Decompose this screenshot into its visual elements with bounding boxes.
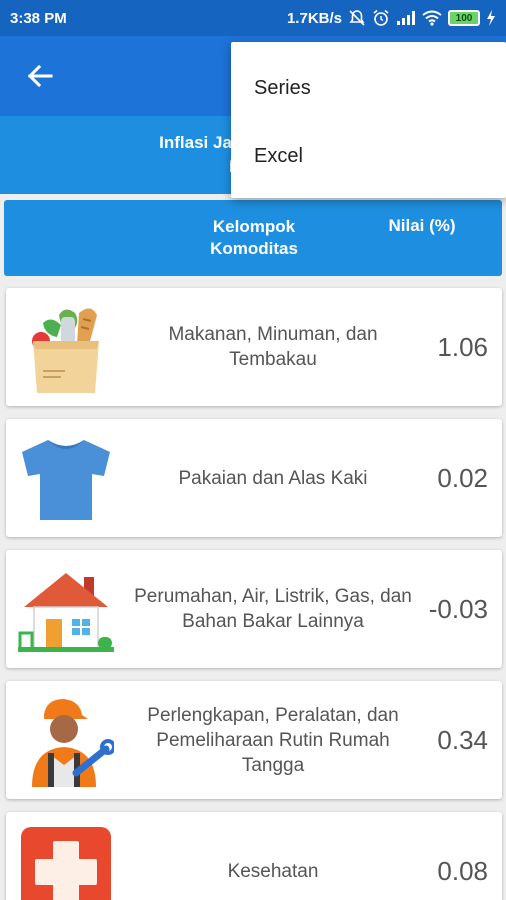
commodity-name: Kesehatan xyxy=(227,860,319,882)
commodity-name: Pakaian dan Alas Kaki xyxy=(178,467,368,489)
tshirt-icon xyxy=(16,429,116,529)
commodity-value: -0.03 xyxy=(428,593,488,624)
status-bar: 3:38 PM 1.7KB/s 100 xyxy=(0,0,506,36)
groceries-icon xyxy=(16,298,116,398)
column-header-value: Nilai (%) xyxy=(388,216,456,235)
column-header-commodity: Kelompok Komoditas xyxy=(210,217,298,258)
menu-item-excel[interactable]: Excel xyxy=(231,122,506,190)
table-header: Kelompok Komoditas Nilai (%) xyxy=(4,200,502,276)
back-button[interactable] xyxy=(20,60,60,92)
commodity-value: 0.34 xyxy=(437,724,488,755)
commodity-name: Perumahan, Air, Listrik, Gas, dan Bahan … xyxy=(134,586,412,632)
commodity-value: 1.06 xyxy=(437,331,488,362)
list-item[interactable]: Makanan, Minuman, dan Tembakau 1.06 xyxy=(6,288,502,406)
mute-icon xyxy=(348,9,366,27)
list-item[interactable]: Kesehatan 0.08 xyxy=(6,812,502,900)
list-item[interactable]: Perumahan, Air, Listrik, Gas, dan Bahan … xyxy=(6,550,502,668)
charging-icon xyxy=(486,10,496,26)
commodity-name: Makanan, Minuman, dan Tembakau xyxy=(168,324,378,370)
battery-icon: 100 xyxy=(448,10,480,26)
commodity-name: Perlengkapan, Peralatan, dan Pemeliharaa… xyxy=(147,704,399,776)
menu-item-series[interactable]: Series xyxy=(231,54,506,122)
house-icon xyxy=(16,560,116,660)
wifi-icon xyxy=(422,10,442,26)
status-time: 3:38 PM xyxy=(10,9,67,27)
commodity-value: 0.02 xyxy=(437,462,488,493)
list-item[interactable]: Pakaian dan Alas Kaki 0.02 xyxy=(6,419,502,537)
overflow-menu: Series Excel xyxy=(231,42,506,198)
health-cross-icon xyxy=(16,822,116,900)
arrow-back-icon xyxy=(27,64,53,88)
alarm-icon xyxy=(372,9,390,27)
signal-icon xyxy=(396,10,416,26)
list-item[interactable]: Perlengkapan, Peralatan, dan Pemeliharaa… xyxy=(6,681,502,799)
status-icons: 1.7KB/s 100 xyxy=(287,9,496,27)
network-speed: 1.7KB/s xyxy=(286,9,342,27)
commodity-value: 0.08 xyxy=(437,855,488,886)
repairman-icon xyxy=(16,691,116,791)
